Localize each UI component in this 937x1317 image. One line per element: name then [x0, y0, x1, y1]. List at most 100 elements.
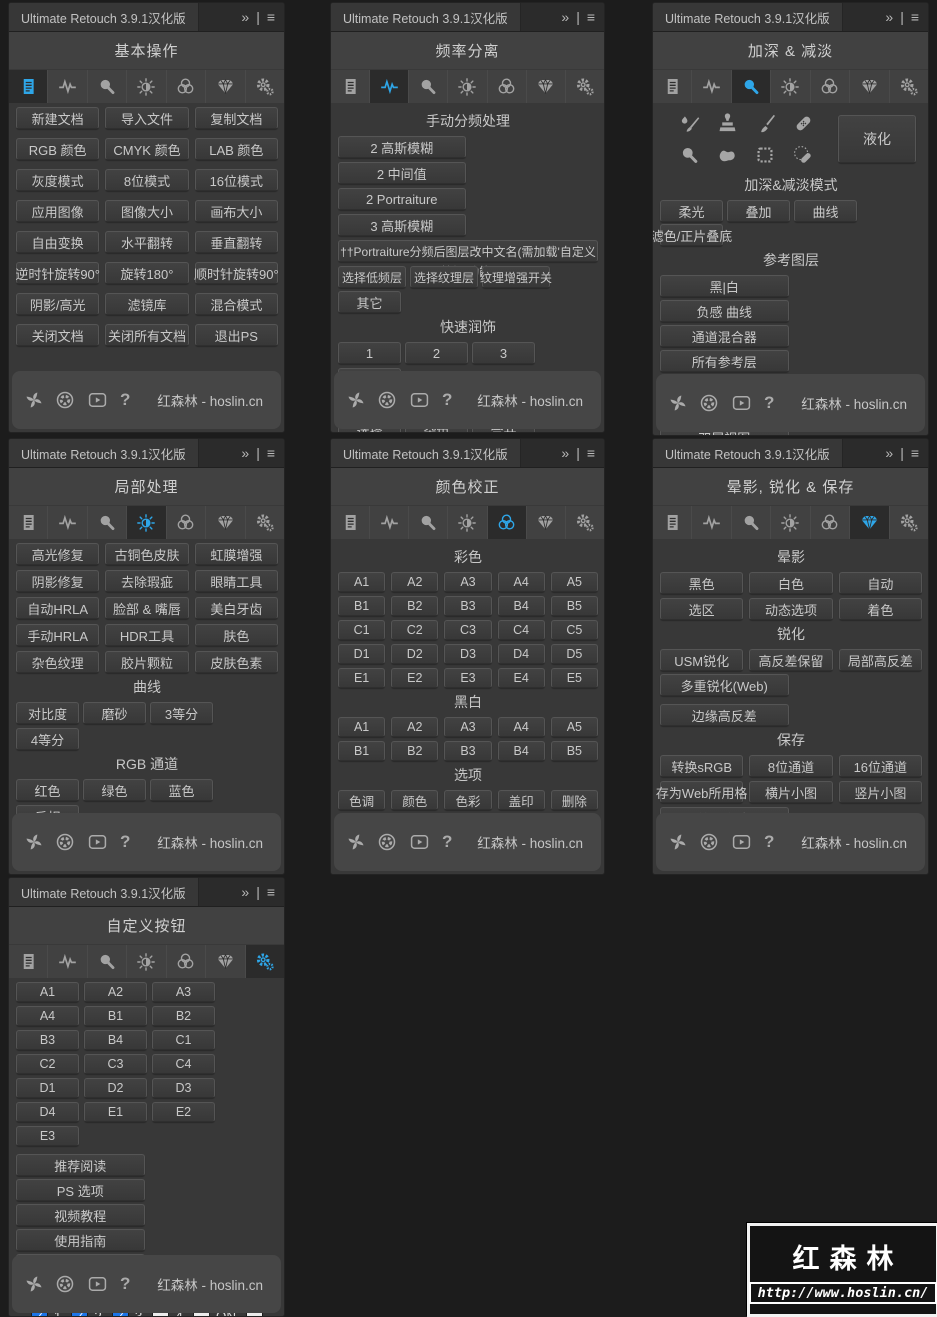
panel-menu-icon[interactable]: ≡: [267, 885, 275, 899]
panel-button[interactable]: A4: [497, 717, 545, 737]
panel-button[interactable]: 自由变换: [16, 231, 100, 253]
tab-diamond[interactable]: [525, 70, 565, 103]
panel-button[interactable]: 16位模式: [194, 169, 278, 191]
tab-pulse[interactable]: [691, 506, 730, 539]
help-icon[interactable]: ?: [442, 832, 452, 852]
panel-menu-icon[interactable]: ≡: [587, 10, 595, 24]
tab-diamond[interactable]: [205, 506, 244, 539]
panel-button[interactable]: E1: [338, 668, 386, 688]
tab-magnifier[interactable]: [86, 945, 126, 978]
panel-button[interactable]: 色彩: [444, 790, 492, 810]
panel-button[interactable]: 8位模式: [105, 169, 189, 191]
panel-button[interactable]: 曲线: [794, 200, 857, 222]
panel-button[interactable]: D1: [338, 644, 386, 664]
panel-button[interactable]: B3: [444, 596, 492, 616]
panel-button[interactable]: A1: [338, 572, 386, 592]
panel-button[interactable]: A1: [16, 982, 79, 1002]
tab-pulse[interactable]: [369, 506, 408, 539]
panel-button[interactable]: 通道混合器: [660, 325, 789, 347]
panel-button[interactable]: 纹理增强开关: [480, 266, 552, 288]
panel-button[interactable]: 磨砂: [83, 702, 146, 724]
panel-button[interactable]: 脸部 & 嘴唇: [105, 597, 189, 619]
panel-button[interactable]: A5: [550, 572, 598, 592]
tab-document[interactable]: [9, 506, 47, 539]
panel-button[interactable]: A4: [497, 572, 545, 592]
panel-button[interactable]: B4: [497, 596, 545, 616]
panel-button[interactable]: C2: [391, 620, 439, 640]
panel-button[interactable]: E4: [497, 668, 545, 688]
collapse-panel-icon[interactable]: »: [241, 446, 249, 460]
brand-text[interactable]: 红森林 - hoslin.cn: [157, 1274, 269, 1294]
pinwheel-icon[interactable]: [24, 390, 44, 410]
panel-button[interactable]: A1: [338, 717, 386, 737]
clone-stamp-icon[interactable]: [716, 112, 739, 135]
panel-button[interactable]: A2: [84, 982, 147, 1002]
panel-button[interactable]: 去除瑕疵: [105, 570, 189, 592]
brand-text[interactable]: 红森林 - hoslin.cn: [801, 832, 913, 852]
panel-button[interactable]: 3等分: [150, 702, 213, 724]
panel-button[interactable]: 眼睛工具: [194, 570, 278, 592]
tab-diamond[interactable]: [205, 70, 244, 103]
tab-magnifier[interactable]: [86, 506, 126, 539]
tab-diamond[interactable]: [849, 506, 889, 539]
panel-button[interactable]: 自动: [838, 572, 922, 594]
help-icon[interactable]: ?: [764, 393, 774, 413]
panel-button[interactable]: B2: [391, 741, 439, 761]
hoslin-logo[interactable]: 红森林 http://www.hoslin.cn/: [747, 1223, 937, 1317]
panel-button[interactable]: RGB 颜色: [16, 138, 100, 160]
brand-text[interactable]: 红森林 - hoslin.cn: [477, 832, 589, 852]
pinwheel-icon[interactable]: [24, 832, 44, 852]
panel-button[interactable]: 存为Web所用格式: [656, 781, 747, 822]
panel-button[interactable]: 8位通道: [749, 755, 833, 777]
panel-button[interactable]: 动态选项: [749, 598, 833, 620]
tab-document[interactable]: [653, 70, 691, 103]
shutter-icon[interactable]: [55, 390, 75, 410]
tab-magnifier[interactable]: [86, 70, 126, 103]
panel-button[interactable]: 复制文档: [194, 107, 278, 129]
panel-button[interactable]: 顺时针旋转90°: [194, 262, 279, 284]
panel-button[interactable]: C5: [550, 620, 598, 640]
panel-button[interactable]: B4: [84, 1030, 147, 1050]
panel-button[interactable]: D2: [391, 644, 439, 664]
patch-icon[interactable]: [754, 144, 776, 166]
shutter-icon[interactable]: [377, 832, 397, 852]
shutter-icon[interactable]: [377, 390, 397, 410]
collapse-panel-icon[interactable]: »: [885, 10, 893, 24]
panel-button[interactable]: 着色: [838, 598, 922, 620]
tab-gears[interactable]: [888, 70, 928, 103]
sponge-icon[interactable]: [716, 144, 739, 167]
video-tutorial-icon[interactable]: [730, 832, 753, 852]
panel-button[interactable]: 杂色纹理: [16, 651, 100, 673]
panel-button[interactable]: 3: [472, 342, 535, 364]
panel-button[interactable]: 使用指南: [16, 1229, 145, 1251]
panel-button[interactable]: C1: [152, 1030, 215, 1050]
panel-button[interactable]: A3: [444, 717, 492, 737]
shutter-icon[interactable]: [699, 393, 719, 413]
panel-button[interactable]: 滤色/正片叠底: [653, 224, 732, 246]
panel-button[interactable]: 自动HRLA: [16, 597, 100, 619]
tab-brightness[interactable]: [447, 70, 486, 103]
panel-button[interactable]: 红色: [16, 779, 79, 801]
help-icon[interactable]: ?: [120, 1274, 130, 1294]
tab-gears[interactable]: [564, 70, 604, 103]
collapse-panel-icon[interactable]: »: [241, 885, 249, 899]
help-icon[interactable]: ?: [442, 390, 452, 410]
tab-gears[interactable]: [244, 945, 284, 978]
panel-button[interactable]: 绿色: [83, 779, 146, 801]
tab-magnifier[interactable]: [730, 70, 771, 103]
panel-button[interactable]: 竖片小图: [838, 781, 922, 803]
panel-button[interactable]: 黑色: [660, 572, 744, 594]
panel-button[interactable]: 胶片颗粒: [105, 651, 189, 673]
panel-menu-icon[interactable]: ≡: [267, 10, 275, 24]
tab-gears[interactable]: [888, 506, 928, 539]
tab-diamond[interactable]: [849, 70, 888, 103]
tab-document[interactable]: [653, 506, 691, 539]
brand-text[interactable]: 红森林 - hoslin.cn: [801, 393, 913, 413]
panel-button[interactable]: B3: [444, 741, 492, 761]
panel-button[interactable]: A2: [391, 572, 439, 592]
help-icon[interactable]: ?: [120, 390, 130, 410]
panel-button[interactable]: 横片小图: [749, 781, 833, 803]
panel-button[interactable]: 水平翻转: [105, 231, 189, 253]
panel-button[interactable]: B2: [152, 1006, 215, 1026]
video-tutorial-icon[interactable]: [730, 393, 753, 413]
